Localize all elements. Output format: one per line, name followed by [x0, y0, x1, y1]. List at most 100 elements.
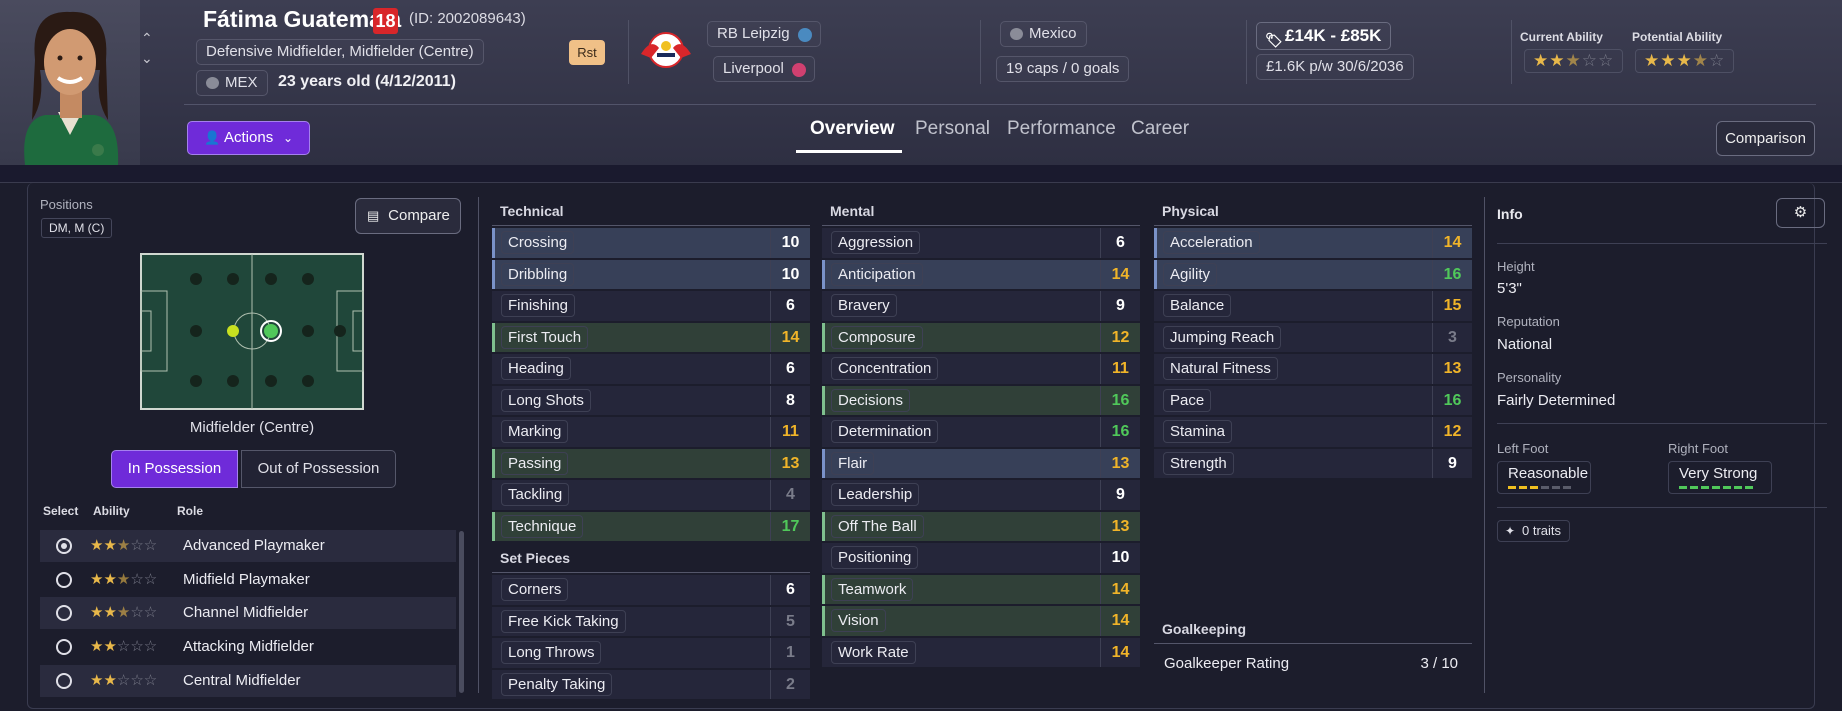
position-pitch[interactable]: [140, 253, 364, 410]
attr-row[interactable]: Heading 6: [492, 354, 810, 384]
attr-value: 6: [1100, 228, 1140, 258]
header-divider: [184, 104, 1816, 105]
attr-row[interactable]: Free Kick Taking 5: [492, 606, 810, 636]
attr-row[interactable]: Long Throws 1: [492, 638, 810, 668]
attr-row[interactable]: Concentration 11: [822, 354, 1140, 384]
personality-value: Fairly Determined: [1497, 392, 1616, 409]
role-radio[interactable]: [56, 673, 72, 689]
club-pill[interactable]: RB Leipzig: [707, 21, 821, 47]
attr-row[interactable]: Corners 6: [492, 575, 810, 605]
attr-row[interactable]: Vision 14: [822, 606, 1140, 636]
attr-row[interactable]: Decisions 16: [822, 385, 1140, 415]
attr-row[interactable]: Teamwork 14: [822, 574, 1140, 604]
set-pieces-title: Set Pieces: [492, 545, 810, 573]
attr-row[interactable]: Off The Ball 13: [822, 511, 1140, 541]
role-row[interactable]: ★★☆☆☆ Central Midfielder: [40, 665, 456, 697]
attr-name: Determination: [831, 420, 939, 443]
role-row[interactable]: ★★★☆☆ Midfield Playmaker: [40, 564, 456, 596]
attr-row[interactable]: Natural Fitness 13: [1154, 354, 1472, 384]
divider: [1497, 507, 1827, 508]
comparison-button[interactable]: Comparison: [1716, 121, 1815, 156]
selected-position: Midfielder (Centre): [189, 419, 315, 436]
role-row[interactable]: ★★★☆☆ Channel Midfielder: [40, 597, 456, 629]
role-radio[interactable]: [56, 605, 72, 621]
potential-ability-stars: ★★★★☆: [1635, 49, 1735, 73]
club-crest-icon[interactable]: [637, 28, 695, 72]
attr-value: 16: [1100, 385, 1140, 415]
attr-row[interactable]: Jumping Reach 3: [1154, 322, 1472, 352]
tab-overview[interactable]: Overview: [810, 118, 895, 140]
club-icon: [797, 28, 812, 42]
player-age: 23 years old (4/12/2011): [278, 73, 456, 90]
attr-row[interactable]: Long Shots 8: [492, 385, 810, 415]
role-row[interactable]: ★★☆☆☆ Attacking Midfielder: [40, 631, 456, 663]
chevron-up-icon[interactable]: ⌃: [141, 30, 153, 47]
physical-column: Physical Acceleration 14 Agility 16 Balanc…: [1154, 198, 1472, 672]
attr-row[interactable]: Technique 17: [492, 511, 810, 541]
role-row[interactable]: ★★★☆☆ Advanced Playmaker: [40, 530, 456, 562]
attr-row[interactable]: Aggression 6: [822, 228, 1140, 258]
role-radio[interactable]: [56, 572, 72, 588]
roles-header-role: Role: [177, 504, 204, 518]
compare-button[interactable]: ▤ Compare: [355, 198, 461, 234]
attr-value: 11: [1100, 354, 1140, 384]
divider: [980, 20, 981, 84]
role-radio[interactable]: [56, 639, 72, 655]
attr-value: 10: [770, 228, 810, 258]
attr-row[interactable]: Crossing 10: [492, 228, 810, 258]
attr-row[interactable]: Stamina 12: [1154, 417, 1472, 447]
attr-value: 12: [1100, 322, 1140, 352]
attr-name: Natural Fitness: [1163, 357, 1278, 380]
attr-value: 12: [1432, 417, 1472, 447]
loan-club-icon: [791, 63, 806, 77]
attr-row[interactable]: Composure 12: [822, 322, 1140, 352]
national-team-pill[interactable]: Mexico: [1000, 21, 1087, 47]
attr-row[interactable]: Penalty Taking 2: [492, 669, 810, 699]
tab-career[interactable]: Career: [1131, 118, 1189, 140]
left-foot-label: Left Foot: [1497, 441, 1549, 456]
attr-row[interactable]: Anticipation 14: [822, 259, 1140, 289]
attr-row[interactable]: Pace 16: [1154, 385, 1472, 415]
roles-scrollbar[interactable]: [459, 531, 464, 693]
attr-name: Acceleration: [1163, 231, 1260, 254]
attr-row[interactable]: Finishing 6: [492, 291, 810, 321]
role-radio[interactable]: [56, 538, 72, 554]
attr-row[interactable]: Tackling 4: [492, 480, 810, 510]
in-possession-toggle[interactable]: In Possession: [111, 450, 238, 488]
out-of-possession-toggle[interactable]: Out of Possession: [241, 450, 396, 488]
role-name: Attacking Midfielder: [183, 638, 314, 655]
attr-row[interactable]: Leadership 9: [822, 480, 1140, 510]
attr-row[interactable]: Positioning 10: [822, 543, 1140, 573]
tab-personal[interactable]: Personal: [915, 118, 990, 140]
attr-row[interactable]: Agility 16: [1154, 259, 1472, 289]
reputation-label: Reputation: [1497, 314, 1560, 329]
attr-row[interactable]: First Touch 14: [492, 322, 810, 352]
tab-performance[interactable]: Performance: [1007, 118, 1116, 140]
attr-row[interactable]: Work Rate 14: [822, 637, 1140, 667]
attr-row[interactable]: Flair 13: [822, 448, 1140, 478]
role-stars: ★★★☆☆: [90, 604, 158, 621]
player-positions: Defensive Midfielder, Midfielder (Centre…: [196, 39, 484, 65]
attr-value: 13: [1432, 354, 1472, 384]
attr-value: 5: [770, 606, 810, 636]
attr-row[interactable]: Dribbling 10: [492, 259, 810, 289]
person-settings-icon[interactable]: ⚙: [1776, 198, 1825, 228]
actions-button[interactable]: 👤 Actions ⌄: [187, 121, 310, 155]
attr-row[interactable]: Bravery 9: [822, 291, 1140, 321]
attr-row[interactable]: Balance 15: [1154, 291, 1472, 321]
attr-value: 11: [770, 417, 810, 447]
attr-row[interactable]: Strength 9: [1154, 448, 1472, 478]
chevron-down-icon[interactable]: ⌄: [141, 50, 153, 67]
current-ability-label: Current Ability: [1520, 30, 1603, 44]
club-name: RB Leipzig: [717, 25, 790, 42]
attr-row[interactable]: Passing 13: [492, 448, 810, 478]
attr-row[interactable]: Determination 16: [822, 417, 1140, 447]
attr-row[interactable]: Marking 11: [492, 417, 810, 447]
flag-icon: [206, 77, 219, 89]
right-foot-value: Very Strong: [1679, 465, 1758, 482]
attr-value: 15: [1432, 291, 1472, 321]
loan-club-pill[interactable]: Liverpool: [713, 56, 815, 82]
attr-row[interactable]: Acceleration 14: [1154, 228, 1472, 258]
left-foot-pill: Reasonable: [1497, 461, 1591, 494]
traits-pill[interactable]: ✦ 0 traits: [1497, 520, 1571, 542]
